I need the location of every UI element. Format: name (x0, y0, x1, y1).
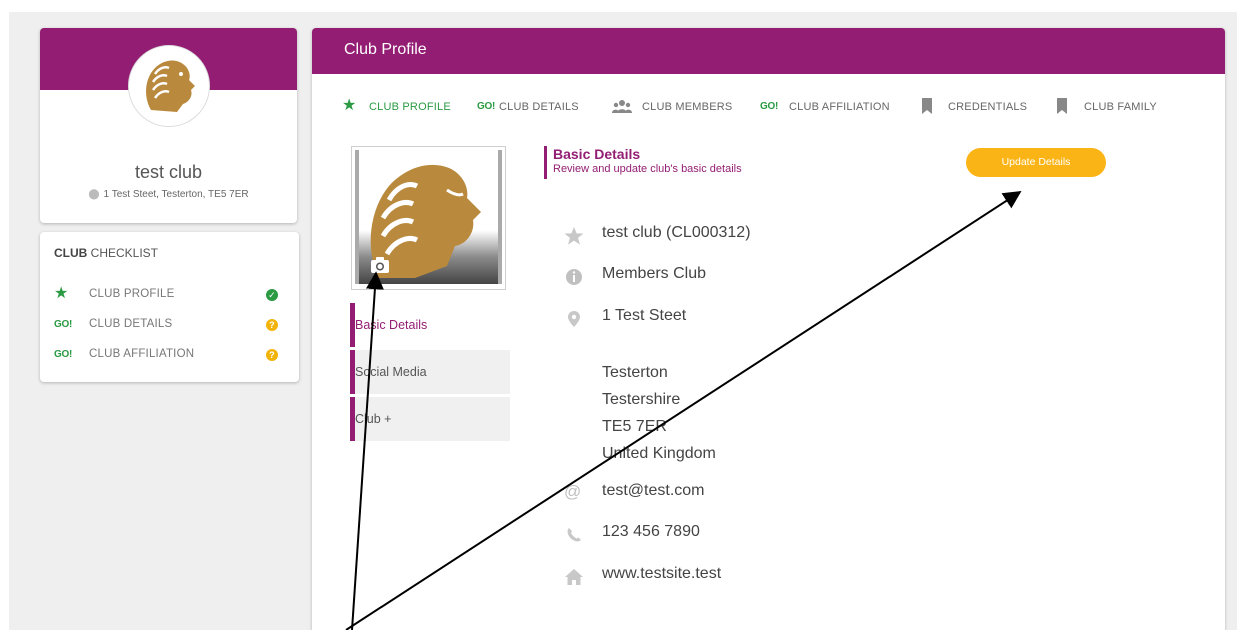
checklist-item-label: CLUB AFFILIATION (89, 348, 195, 360)
checklist-item-club-details[interactable]: GO! CLUB DETAILS ? (54, 316, 286, 334)
section-header: Basic Details Review and update club's b… (544, 146, 742, 179)
club-checklist-card: CLUB CHECKLIST ★ CLUB PROFILE ✓ GO! CLUB… (40, 232, 299, 382)
club-avatar[interactable] (128, 45, 210, 127)
question-circle-icon: ? (266, 319, 278, 331)
go-icon: GO! (54, 349, 72, 360)
home-icon (565, 569, 583, 585)
tab-label: CLUB PROFILE (369, 101, 451, 113)
go-icon: GO! (477, 101, 495, 112)
tab-label: CLUB FAMILY (1084, 101, 1157, 113)
tab-label: CREDENTIALS (948, 101, 1028, 113)
checklist-item-club-affiliation[interactable]: GO! CLUB AFFILIATION ? (54, 346, 286, 364)
update-details-button[interactable]: Update Details (966, 148, 1106, 177)
checklist-item-label: CLUB DETAILS (89, 318, 173, 330)
photo-edge (498, 150, 502, 284)
check-circle-icon: ✓ (266, 289, 278, 301)
tab-label: CLUB AFFILIATION (789, 101, 890, 113)
club-address-text: 1 Test Steet, Testerton, TE5 7ER (103, 189, 249, 200)
bookmark-icon (922, 98, 932, 114)
at-sign-icon: @ (564, 482, 582, 501)
tab-label: CLUB DETAILS (499, 101, 579, 113)
star-icon (564, 227, 584, 245)
address-line: Testershire (602, 391, 681, 408)
photo-edge (355, 150, 359, 284)
camera-icon[interactable] (370, 256, 390, 274)
lion-logo-icon (146, 60, 195, 112)
address-lines: Testerton Testershire TE5 7ER United Kin… (602, 359, 716, 467)
panel-title: Club Profile (344, 41, 427, 58)
star-icon: ★ (342, 97, 357, 114)
info-icon (566, 269, 582, 285)
location-pin-icon (568, 311, 580, 327)
address-line: Testerton (602, 364, 668, 381)
tab-label: CLUB MEMBERS (642, 101, 733, 113)
checklist-title: CLUB CHECKLIST (54, 246, 159, 260)
go-icon: GO! (54, 319, 72, 330)
sidenav-social-media[interactable]: Social Media (350, 350, 510, 394)
checklist-item-label: CLUB PROFILE (89, 288, 175, 300)
location-pin-icon: ⬤ (88, 189, 100, 200)
bookmark-icon (1057, 98, 1067, 114)
panel-header: Club Profile (312, 28, 1225, 74)
sidenav-basic-details[interactable]: Basic Details (350, 303, 510, 347)
phone-icon (567, 528, 581, 542)
sidenav-club-plus[interactable]: Club + (350, 397, 510, 441)
club-address: ⬤ 1 Test Steet, Testerton, TE5 7ER (40, 189, 297, 200)
go-icon: GO! (760, 101, 778, 112)
section-subtitle: Review and update club's basic details (553, 163, 742, 175)
question-circle-icon: ? (266, 349, 278, 361)
address-line: United Kingdom (602, 445, 716, 462)
star-icon: ★ (54, 285, 69, 302)
members-icon (612, 100, 632, 113)
section-title: Basic Details (553, 146, 641, 162)
checklist-item-club-profile[interactable]: ★ CLUB PROFILE ✓ (54, 286, 286, 304)
club-name: test club (134, 162, 203, 182)
club-profile-panel: Club Profile ★ CLUB PROFILE GO! CLUB DET… (312, 28, 1225, 630)
address-line: TE5 7ER (602, 418, 667, 435)
